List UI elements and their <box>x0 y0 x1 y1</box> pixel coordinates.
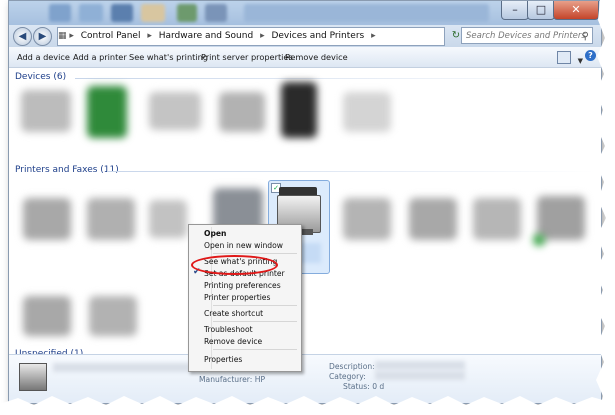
control-panel-icon: ▦ ▸ <box>58 31 74 41</box>
breadcrumb-control-panel[interactable]: Control Panel <box>81 31 141 41</box>
manufacturer-label-text: Manufacturer: <box>199 375 253 384</box>
minimize-button[interactable]: – <box>501 1 529 20</box>
context-menu: Open Open in new window See what's print… <box>188 224 302 372</box>
group-divider <box>75 78 595 79</box>
close-button[interactable]: ✕ <box>553 1 599 20</box>
remove-device-button[interactable]: Remove device <box>285 47 348 67</box>
description-label: Description: <box>329 362 375 371</box>
address-bar: ◀ ▶ ▦ ▸ Control Panel ▸ Hardware and Sou… <box>9 25 601 47</box>
printer-item[interactable] <box>23 198 71 240</box>
menu-separator <box>213 305 297 306</box>
printer-item[interactable] <box>23 296 71 336</box>
printer-item[interactable] <box>343 198 391 240</box>
manufacturer-value: HP <box>254 375 266 384</box>
default-check-icon <box>533 234 545 246</box>
print-server-properties-button[interactable]: Print server properties <box>201 47 293 67</box>
details-pane: Manufacturer: HP Description: Category: … <box>9 354 601 403</box>
status-label: Status: 0 d <box>343 382 384 391</box>
breadcrumb[interactable]: ▦ ▸ Control Panel ▸ Hardware and Sound ▸… <box>57 27 445 46</box>
maximize-button[interactable]: □ <box>527 1 555 20</box>
add-device-button[interactable]: Add a device <box>17 47 70 67</box>
menu-item-create-shortcut[interactable]: Create shortcut <box>204 309 263 318</box>
menu-item-printer-properties[interactable]: Printer properties <box>204 293 270 302</box>
highlight-annotation <box>191 255 278 275</box>
title-bar: – □ ✕ <box>9 1 601 25</box>
blurred-description <box>375 361 465 370</box>
menu-item-open-new-window[interactable]: Open in new window <box>204 241 283 250</box>
device-item[interactable] <box>87 86 127 138</box>
menu-separator <box>213 349 297 350</box>
blurred-taskbar-icon <box>141 4 165 22</box>
search-input[interactable]: Search Devices and Printers ⚲ <box>461 27 593 44</box>
menu-separator <box>213 253 297 254</box>
search-icon: ⚲ <box>581 31 589 42</box>
printer-item[interactable] <box>89 296 137 336</box>
change-view-icon[interactable] <box>557 51 571 64</box>
menu-item-properties[interactable]: Properties <box>204 355 242 364</box>
menu-item-remove-device[interactable]: Remove device <box>204 337 262 346</box>
blurred-taskbar-icon <box>111 4 133 22</box>
screenshot-stage: – □ ✕ ◀ ▶ ▦ ▸ Control Panel ▸ Hardware a… <box>0 0 615 415</box>
menu-item-printing-preferences[interactable]: Printing preferences <box>204 281 281 290</box>
devices-and-printers-window: – □ ✕ ◀ ▶ ▦ ▸ Control Panel ▸ Hardware a… <box>8 0 602 404</box>
menu-item-open[interactable]: Open <box>204 229 226 238</box>
breadcrumb-hardware-and-sound[interactable]: Hardware and Sound <box>159 31 253 41</box>
add-printer-button[interactable]: Add a printer <box>73 47 127 67</box>
breadcrumb-devices-and-printers[interactable]: Devices and Printers <box>271 31 364 41</box>
blurred-taskbar-icon <box>79 4 103 22</box>
status-value: 0 d <box>372 382 385 391</box>
menu-item-troubleshoot[interactable]: Troubleshoot <box>204 325 253 334</box>
refresh-icon: ↻ <box>451 30 461 41</box>
device-list: Devices (6) Printers and Faxes (11) ✓ <box>9 68 601 403</box>
help-icon[interactable]: ? <box>585 50 596 61</box>
search-placeholder: Search Devices and Printers <box>466 31 586 41</box>
group-divider <box>107 171 595 172</box>
printers-group-header[interactable]: Printers and Faxes (11) <box>15 165 119 175</box>
devices-group-header[interactable]: Devices (6) <box>15 72 66 82</box>
menu-separator <box>213 321 297 322</box>
device-item[interactable] <box>149 92 201 130</box>
see-whats-printing-button[interactable]: See what's printing <box>129 47 208 67</box>
device-item[interactable] <box>281 82 317 138</box>
back-button[interactable]: ◀ <box>13 27 32 46</box>
device-item[interactable] <box>21 90 71 132</box>
printer-icon <box>19 363 47 391</box>
chevron-right-icon: ▸ <box>371 31 376 41</box>
chevron-right-icon: ▸ <box>147 31 152 41</box>
forward-button[interactable]: ▶ <box>33 27 52 46</box>
printer-item[interactable] <box>409 198 457 240</box>
arrow-right-icon: ▶ <box>38 31 47 42</box>
blurred-browser-toolbar <box>244 4 489 22</box>
command-bar: Add a device Add a printer See what's pr… <box>9 47 601 68</box>
blurred-device-name <box>53 363 193 372</box>
printer-item[interactable] <box>87 198 135 240</box>
arrow-left-icon: ◀ <box>18 31 27 42</box>
printer-item[interactable] <box>537 196 585 240</box>
blurred-taskbar-icon <box>205 4 227 22</box>
blurred-category <box>375 371 465 380</box>
category-label: Category: <box>329 372 366 381</box>
device-item[interactable] <box>343 92 391 132</box>
blurred-taskbar-icon <box>177 4 197 22</box>
device-item[interactable] <box>219 92 265 132</box>
manufacturer-label: Manufacturer: HP <box>199 375 265 384</box>
printer-item[interactable] <box>473 198 521 240</box>
printer-item[interactable] <box>149 200 187 238</box>
chevron-right-icon: ▸ <box>260 31 265 41</box>
status-label-text: Status: <box>343 382 370 391</box>
blurred-taskbar-icon <box>49 4 71 22</box>
